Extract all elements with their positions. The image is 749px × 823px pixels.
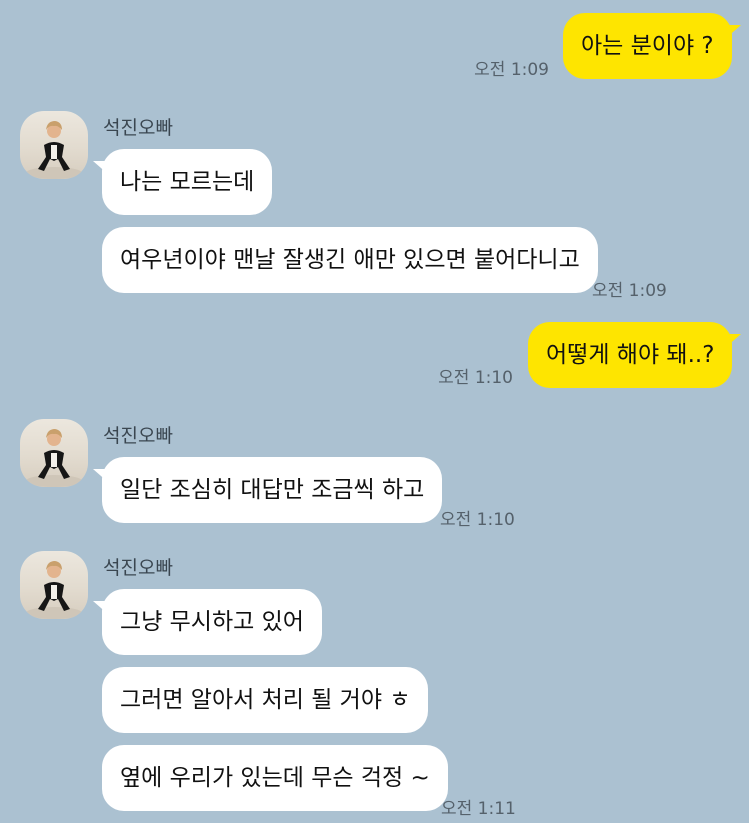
profile-photo-icon <box>26 561 82 619</box>
outgoing-message-bubble[interactable]: 아는 분이야 ? <box>563 13 741 79</box>
sender-name: 석진오빠 <box>103 117 173 139</box>
outgoing-message-bubble[interactable]: 어떻게 해야 돼..? <box>528 322 742 388</box>
message-time: 오전 1:09 <box>474 60 549 80</box>
incoming-message-bubble[interactable]: 여우년이야 맨날 잘생긴 애만 있으면 붙어다니고 <box>102 227 598 293</box>
sender-name: 석진오빠 <box>103 557 173 579</box>
sender-name: 석진오빠 <box>103 425 173 447</box>
incoming-message-bubble[interactable]: 나는 모르는데 <box>92 149 273 215</box>
chat-area[interactable]: 오전 1:09 아는 분이야 ? 석진오빠 나는 모르는데 여우년이야 맨날 잘… <box>0 0 749 823</box>
sender-avatar[interactable] <box>20 111 88 179</box>
incoming-message-bubble[interactable]: 일단 조심히 대답만 조금씩 하고 <box>92 457 443 523</box>
incoming-message-bubble[interactable]: 그냥 무시하고 있어 <box>93 589 322 655</box>
profile-photo-icon <box>26 429 82 487</box>
sender-avatar[interactable] <box>20 551 88 619</box>
message-time: 오전 1:11 <box>441 799 516 819</box>
message-time: 오전 1:10 <box>440 510 515 530</box>
incoming-message-bubble[interactable]: 옆에 우리가 있는데 무슨 걱정 ~ <box>102 745 448 811</box>
message-time: 오전 1:10 <box>438 368 513 388</box>
incoming-message-bubble[interactable]: 그러면 알아서 처리 될 거야 ㅎ <box>102 667 429 733</box>
profile-photo-icon <box>26 121 82 179</box>
message-time: 오전 1:09 <box>592 281 667 301</box>
sender-avatar[interactable] <box>20 419 88 487</box>
